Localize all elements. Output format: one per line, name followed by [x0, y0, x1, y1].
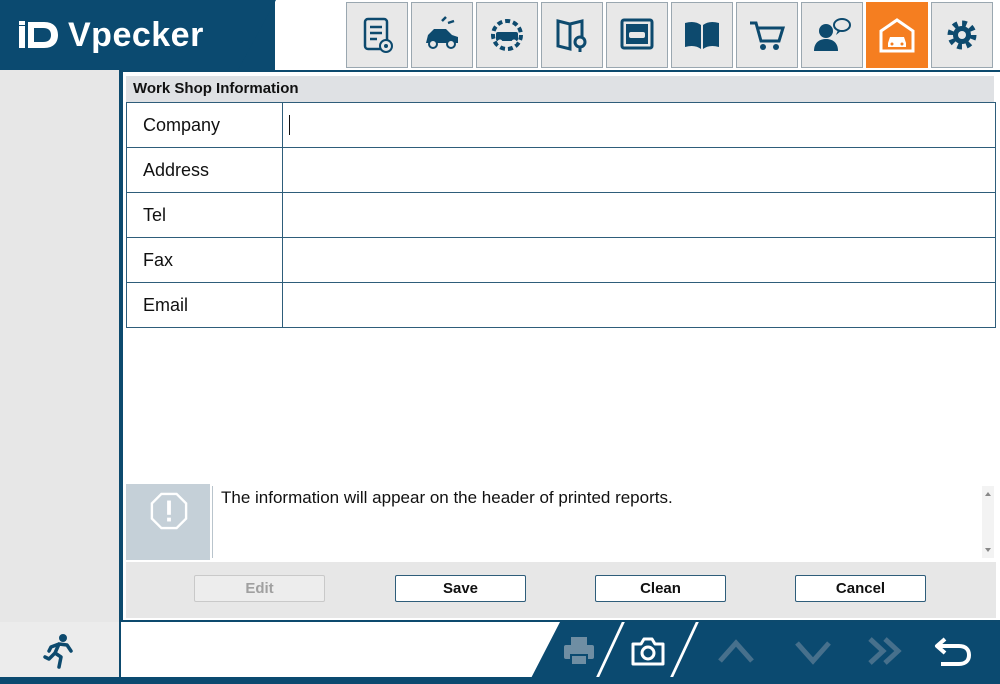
address-label: Address	[126, 147, 283, 193]
toolbar-car-service-button[interactable]	[476, 2, 538, 68]
tel-label: Tel	[126, 192, 283, 238]
workshop-form: Company Address Tel Fax Email	[126, 102, 996, 328]
print-button[interactable]	[556, 630, 602, 672]
car-service-icon	[491, 19, 523, 51]
manual-book-icon	[685, 21, 719, 49]
car-screen-icon	[620, 18, 654, 50]
double-chevron-right-icon	[868, 637, 902, 665]
fax-label: Fax	[126, 237, 283, 283]
form-row-company: Company	[126, 102, 996, 148]
main-toolbar	[344, 0, 994, 70]
toolbar-settings-button[interactable]	[931, 2, 993, 68]
tel-field[interactable]	[282, 192, 996, 238]
scroll-down-icon[interactable]	[985, 548, 991, 552]
workshop-garage-icon	[879, 18, 915, 53]
company-field[interactable]	[282, 102, 996, 148]
back-button[interactable]	[930, 630, 976, 672]
shopping-cart-icon	[750, 21, 786, 50]
vpecker-logo-icon	[19, 21, 58, 48]
running-man-icon	[43, 634, 73, 669]
exit-button[interactable]	[38, 630, 84, 672]
clean-button[interactable]: Clean	[595, 575, 726, 602]
toolbar-car-diagnosis-button[interactable]	[411, 2, 473, 68]
form-row-email: Email	[126, 282, 996, 328]
footer-strip	[0, 677, 1000, 684]
user-chat-icon	[814, 18, 851, 51]
address-field[interactable]	[282, 147, 996, 193]
info-scrollbar[interactable]	[982, 486, 994, 558]
save-button[interactable]: Save	[395, 575, 526, 602]
left-sidebar	[0, 70, 121, 622]
company-label: Company	[126, 102, 283, 148]
app-logo: Vpecker	[18, 12, 204, 58]
page-down-button[interactable]	[790, 630, 836, 672]
chevron-up-icon	[718, 639, 754, 663]
scroll-up-icon[interactable]	[985, 492, 991, 496]
fast-forward-button[interactable]	[862, 630, 908, 672]
panel-title: Work Shop Information	[126, 76, 994, 102]
toolbar-manual-book-button[interactable]	[671, 2, 733, 68]
cancel-button[interactable]: Cancel	[795, 575, 926, 602]
alert-icon	[150, 492, 188, 530]
email-label: Email	[126, 282, 283, 328]
page-up-button[interactable]	[713, 630, 759, 672]
gear-icon	[947, 20, 977, 50]
edit-button[interactable]: Edit	[194, 575, 325, 602]
printer-icon	[564, 637, 594, 666]
camera-icon	[631, 637, 665, 666]
toolbar-car-screen-button[interactable]	[606, 2, 668, 68]
brand-name: Vpecker	[68, 16, 204, 54]
toolbar-book-search-button[interactable]	[541, 2, 603, 68]
report-settings-icon	[363, 17, 393, 53]
screenshot-button[interactable]	[625, 630, 671, 672]
email-field[interactable]	[282, 282, 996, 328]
form-row-tel: Tel	[126, 192, 996, 238]
info-icon-box	[126, 484, 210, 560]
fax-field[interactable]	[282, 237, 996, 283]
brand-area-slant	[238, 0, 276, 70]
car-diagnosis-icon	[426, 16, 458, 49]
toolbar-shopping-cart-button[interactable]	[736, 2, 798, 68]
toolbar-workshop-button[interactable]	[866, 2, 928, 68]
toolbar-report-settings-button[interactable]	[346, 2, 408, 68]
text-cursor	[289, 115, 290, 135]
info-message-text: The information will appear on the heade…	[212, 486, 982, 558]
back-arrow-icon	[935, 637, 972, 666]
book-search-icon	[556, 19, 587, 52]
toolbar-user-chat-button[interactable]	[801, 2, 863, 68]
form-row-address: Address	[126, 147, 996, 193]
form-row-fax: Fax	[126, 237, 996, 283]
chevron-down-icon	[795, 641, 831, 665]
